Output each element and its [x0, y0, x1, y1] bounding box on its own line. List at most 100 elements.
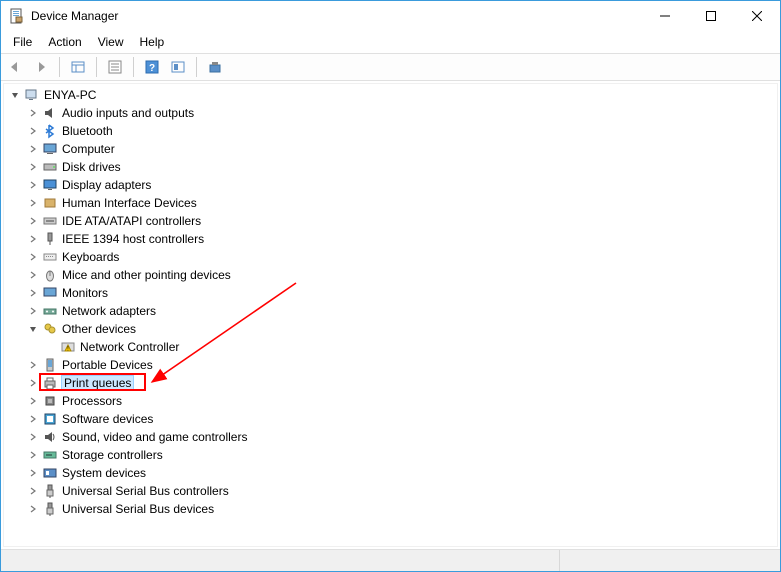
other-icon — [42, 321, 58, 337]
tree-category[interactable]: Software devices — [6, 410, 777, 428]
back-button[interactable] — [3, 55, 27, 79]
category-label: Storage controllers — [62, 448, 163, 462]
device-tree[interactable]: ENYA-PC Audio inputs and outputsBluetoot… — [3, 83, 778, 547]
computer-icon — [42, 141, 58, 157]
show-hidden-button[interactable] — [203, 55, 227, 79]
minimize-button[interactable] — [642, 1, 688, 31]
tree-category[interactable]: Human Interface Devices — [6, 194, 777, 212]
category-label: Monitors — [62, 286, 108, 300]
tree-category[interactable]: System devices — [6, 464, 777, 482]
window-controls — [642, 1, 780, 31]
tree-category[interactable]: Monitors — [6, 284, 777, 302]
category-label: Portable Devices — [62, 358, 153, 372]
hid-icon — [42, 195, 58, 211]
maximize-button[interactable] — [688, 1, 734, 31]
software-icon — [42, 411, 58, 427]
warn-icon: ! — [60, 339, 76, 355]
tree-category[interactable]: Bluetooth — [6, 122, 777, 140]
status-cell-left — [1, 550, 560, 571]
chevron-right-icon[interactable] — [26, 484, 40, 498]
monitor-icon — [42, 285, 58, 301]
category-label: Print queues — [62, 376, 133, 390]
usb-icon — [42, 483, 58, 499]
chevron-right-icon[interactable] — [26, 196, 40, 210]
category-label: IDE ATA/ATAPI controllers — [62, 214, 201, 228]
ide-icon — [42, 213, 58, 229]
chevron-right-icon[interactable] — [26, 286, 40, 300]
tree-category[interactable]: Network adapters — [6, 302, 777, 320]
chevron-right-icon[interactable] — [26, 106, 40, 120]
chevron-right-icon[interactable] — [26, 250, 40, 264]
help-button[interactable]: ? — [140, 55, 164, 79]
menu-view[interactable]: View — [90, 33, 132, 51]
computer-root-icon — [24, 87, 40, 103]
network-icon — [42, 303, 58, 319]
bluetooth-icon — [42, 123, 58, 139]
menu-file[interactable]: File — [5, 33, 40, 51]
properties-button[interactable] — [103, 55, 127, 79]
separator — [96, 57, 97, 77]
tree-category[interactable]: Display adapters — [6, 176, 777, 194]
tree-category[interactable]: Sound, video and game controllers — [6, 428, 777, 446]
tree-category[interactable]: Audio inputs and outputs — [6, 104, 777, 122]
chevron-right-icon[interactable] — [26, 124, 40, 138]
chevron-right-icon[interactable] — [26, 466, 40, 480]
separator — [133, 57, 134, 77]
portable-icon — [42, 357, 58, 373]
category-label: Network adapters — [62, 304, 156, 318]
chevron-right-icon[interactable] — [26, 412, 40, 426]
keyboard-icon — [42, 249, 58, 265]
tree-category[interactable]: Print queues — [6, 374, 777, 392]
chevron-right-icon[interactable] — [26, 358, 40, 372]
category-label: Sound, video and game controllers — [62, 430, 247, 444]
tree-category[interactable]: Portable Devices — [6, 356, 777, 374]
usb-icon — [42, 501, 58, 517]
printer-icon — [42, 375, 58, 391]
titlebar: Device Manager — [1, 1, 780, 31]
category-label: System devices — [62, 466, 146, 480]
chevron-right-icon[interactable] — [26, 268, 40, 282]
chevron-right-icon[interactable] — [26, 376, 40, 390]
separator — [196, 57, 197, 77]
tree-category[interactable]: Other devices — [6, 320, 777, 338]
tree-category[interactable]: Storage controllers — [6, 446, 777, 464]
chevron-down-icon[interactable] — [8, 88, 22, 102]
chevron-down-icon[interactable] — [26, 322, 40, 336]
chevron-right-icon[interactable] — [26, 214, 40, 228]
tree-category[interactable]: Disk drives — [6, 158, 777, 176]
scan-hardware-button[interactable] — [166, 55, 190, 79]
menubar: File Action View Help — [1, 31, 780, 53]
menu-help[interactable]: Help — [132, 33, 173, 51]
tree-category[interactable]: IDE ATA/ATAPI controllers — [6, 212, 777, 230]
chevron-right-icon[interactable] — [26, 178, 40, 192]
chevron-right-icon[interactable] — [26, 394, 40, 408]
chevron-right-icon[interactable] — [26, 160, 40, 174]
forward-button[interactable] — [29, 55, 53, 79]
tree-category[interactable]: Computer — [6, 140, 777, 158]
menu-action[interactable]: Action — [40, 33, 89, 51]
storage-icon — [42, 447, 58, 463]
chevron-right-icon[interactable] — [26, 430, 40, 444]
tree-category[interactable]: Universal Serial Bus controllers — [6, 482, 777, 500]
child-label: Network Controller — [80, 340, 179, 354]
category-label: Keyboards — [62, 250, 119, 264]
display-icon — [42, 177, 58, 193]
chevron-right-icon[interactable] — [26, 142, 40, 156]
close-button[interactable] — [734, 1, 780, 31]
show-hide-tree-button[interactable] — [66, 55, 90, 79]
tree-child[interactable]: ! Network Controller — [6, 338, 777, 356]
chevron-right-icon[interactable] — [26, 502, 40, 516]
tree-category[interactable]: Mice and other pointing devices — [6, 266, 777, 284]
audio-icon — [42, 105, 58, 121]
tree-root[interactable]: ENYA-PC — [6, 86, 777, 104]
chevron-right-icon[interactable] — [26, 232, 40, 246]
tree-category[interactable]: IEEE 1394 host controllers — [6, 230, 777, 248]
chevron-right-icon[interactable] — [26, 304, 40, 318]
tree-category[interactable]: Keyboards — [6, 248, 777, 266]
device-manager-window: Device Manager File Action View Help ? — [0, 0, 781, 572]
chevron-right-icon[interactable] — [26, 448, 40, 462]
disk-icon — [42, 159, 58, 175]
tree-category[interactable]: Universal Serial Bus devices — [6, 500, 777, 518]
tree-category[interactable]: Processors — [6, 392, 777, 410]
category-label: Computer — [62, 142, 115, 156]
